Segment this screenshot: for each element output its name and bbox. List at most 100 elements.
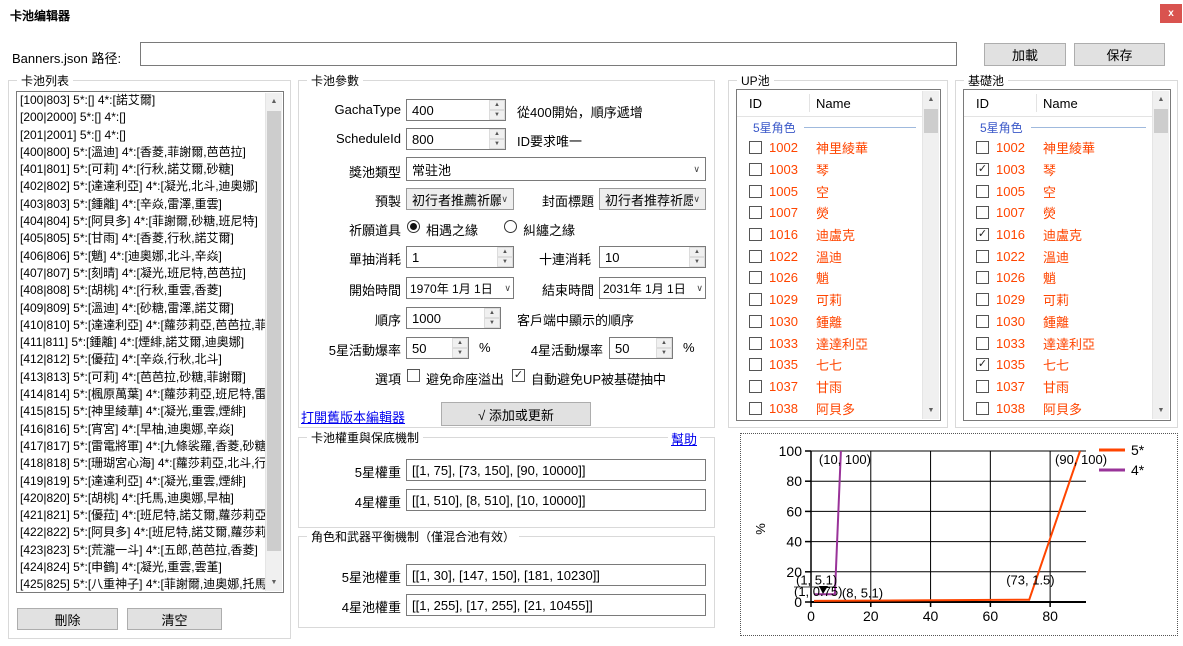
radio-acquaint-fate[interactable] <box>407 220 420 233</box>
banner-list-item[interactable]: [412|812] 5*:[優菈] 4*:[辛焱,行秋,北斗] <box>17 351 265 368</box>
spinner-down-icon[interactable]: ▼ <box>452 348 468 358</box>
scroll-down-icon[interactable]: ▼ <box>266 574 282 591</box>
four-star-weight-input[interactable] <box>406 489 706 511</box>
path-input[interactable] <box>140 42 957 66</box>
spinner-up-icon[interactable]: ▲ <box>656 338 672 348</box>
scroll-down-icon[interactable]: ▼ <box>1153 402 1169 419</box>
pool-row-checkbox[interactable] <box>749 358 762 371</box>
pool-row-checkbox[interactable] <box>976 380 989 393</box>
clear-button[interactable]: 清空 <box>127 608 222 630</box>
single-cost-spinner[interactable]: 1 ▲▼ <box>406 246 514 268</box>
spinner-up-icon[interactable]: ▲ <box>452 338 468 348</box>
title-bar[interactable]: 卡池编辑器 x <box>0 0 1183 30</box>
scroll-down-icon[interactable]: ▼ <box>923 402 939 419</box>
banner-list-item[interactable]: [402|802] 5*:[達達利亞] 4*:[凝光,北斗,迪奧娜] <box>17 178 265 195</box>
avoid-constellation-overflow-checkbox[interactable] <box>407 369 420 382</box>
close-button[interactable]: x <box>1160 4 1182 23</box>
cover-title-select[interactable]: 初行者推荐祈愿 ∨ <box>599 188 706 210</box>
ten-cost-spinner[interactable]: 10 ▲▼ <box>599 246 706 268</box>
banner-list-item[interactable]: [100|803] 5*:[] 4*:[諾艾爾] <box>17 92 265 109</box>
help-link[interactable]: 幫助 <box>668 429 700 448</box>
banner-list-item[interactable]: [414|814] 5*:[楓原萬葉] 4*:[蘿莎莉亞,班尼特,雷 <box>17 386 265 403</box>
preset-select[interactable]: 初行者推薦祈願 ∨ <box>406 188 514 210</box>
pool-row-checkbox[interactable] <box>976 141 989 154</box>
scroll-up-icon[interactable]: ▲ <box>923 91 939 108</box>
scroll-up-icon[interactable]: ▲ <box>1153 91 1169 108</box>
four-star-pool-weight-input[interactable] <box>406 594 706 616</box>
pool-row-checkbox[interactable] <box>749 250 762 263</box>
open-old-editor-link[interactable]: 打開舊版本編輯器 <box>301 407 405 426</box>
save-button[interactable]: 保存 <box>1074 43 1165 66</box>
pool-row-checkbox[interactable] <box>749 206 762 219</box>
scrollbar-thumb[interactable] <box>924 109 938 133</box>
spinner-down-icon[interactable]: ▼ <box>489 110 505 120</box>
banner-list-item[interactable]: [400|800] 5*:[溫迪] 4*:[香菱,菲謝爾,芭芭拉] <box>17 144 265 161</box>
spinner-up-icon[interactable]: ▲ <box>489 100 505 110</box>
five-star-weight-input[interactable] <box>406 459 706 481</box>
banner-list-item[interactable]: [401|801] 5*:[可莉] 4*:[行秋,諾艾爾,砂糖] <box>17 161 265 178</box>
pool-row-checkbox[interactable] <box>976 206 989 219</box>
scrollbar-thumb[interactable] <box>1154 109 1168 133</box>
pool-type-select[interactable]: 常驻池 ∨ <box>406 157 706 181</box>
pool-row-checkbox[interactable]: ✓ <box>976 228 989 241</box>
spinner-down-icon[interactable]: ▼ <box>689 257 705 267</box>
pool-row-checkbox[interactable] <box>749 337 762 350</box>
banner-list-item[interactable]: [423|823] 5*:[荒瀧一斗] 4*:[五郎,芭芭拉,香菱] <box>17 542 265 559</box>
five-star-rate-spinner[interactable]: 50 ▲▼ <box>406 337 469 359</box>
scrollbar-thumb[interactable] <box>267 111 281 551</box>
pool-row-checkbox[interactable] <box>976 271 989 284</box>
pool-row-checkbox[interactable] <box>749 315 762 328</box>
banner-list-item[interactable]: [408|808] 5*:[胡桃] 4*:[行秋,重雲,香菱] <box>17 282 265 299</box>
five-star-pool-weight-input[interactable] <box>406 564 706 586</box>
banner-list-item[interactable]: [424|824] 5*:[申鶴] 4*:[凝光,重雲,雲堇] <box>17 559 265 576</box>
pool-row-checkbox[interactable] <box>976 315 989 328</box>
sort-order-spinner[interactable]: 1000 ▲▼ <box>406 307 501 329</box>
add-or-update-button[interactable]: √ 添加或更新 <box>441 402 591 426</box>
banner-list-item[interactable]: [409|809] 5*:[溫迪] 4*:[砂糖,雷澤,諾艾爾] <box>17 300 265 317</box>
banner-list-item[interactable]: [422|822] 5*:[阿貝多] 4*:[班尼特,諾艾爾,蘿莎莉 <box>17 524 265 541</box>
start-time-picker[interactable]: 1970年 1月 1日 ∨ <box>406 277 514 299</box>
spinner-up-icon[interactable]: ▲ <box>689 247 705 257</box>
banner-list-item[interactable]: [418|818] 5*:[珊瑚宮心海] 4*:[蘿莎莉亞,北斗,行 <box>17 455 265 472</box>
banner-list-scrollbar[interactable]: ▲ ▼ <box>265 93 282 591</box>
banner-list-item[interactable]: [404|804] 5*:[阿貝多] 4*:[菲謝爾,砂糖,班尼特] <box>17 213 265 230</box>
pool-row-checkbox[interactable] <box>976 250 989 263</box>
banner-list-item[interactable]: [415|815] 5*:[神里綾華] 4*:[凝光,重雲,煙緋] <box>17 403 265 420</box>
banner-list-item[interactable]: [420|820] 5*:[胡桃] 4*:[托馬,迪奧娜,早柚] <box>17 490 265 507</box>
base-pool-scrollbar[interactable]: ▲ ▼ <box>1152 91 1169 419</box>
auto-avoid-up-checkbox[interactable]: ✓ <box>512 369 525 382</box>
banner-list-item[interactable]: [405|805] 5*:[甘雨] 4*:[香菱,行秋,諾艾爾] <box>17 230 265 247</box>
base-pool-list[interactable]: ID Name 5星角色 1002神里綾華✓1003琴1005空1007熒✓10… <box>963 89 1171 421</box>
pool-row-checkbox[interactable] <box>749 380 762 393</box>
banner-list-item[interactable]: [417|817] 5*:[雷電將軍] 4*:[九條裟羅,香菱,砂糖 <box>17 438 265 455</box>
banner-list-item[interactable]: [403|803] 5*:[鍾離] 4*:[辛焱,雷澤,重雲] <box>17 196 265 213</box>
pool-row-checkbox[interactable] <box>976 402 989 415</box>
banner-list-item[interactable]: [413|813] 5*:[可莉] 4*:[芭芭拉,砂糖,菲謝爾] <box>17 369 265 386</box>
up-pool-scrollbar[interactable]: ▲ ▼ <box>922 91 939 419</box>
scheduleid-spinner[interactable]: 800 ▲▼ <box>406 128 506 150</box>
banner-list-item[interactable]: [411|811] 5*:[鍾離] 4*:[煙緋,諾艾爾,迪奧娜] <box>17 334 265 351</box>
spinner-down-icon[interactable]: ▼ <box>489 139 505 149</box>
pool-row-checkbox[interactable] <box>976 185 989 198</box>
banner-list-item[interactable]: [201|2001] 5*:[] 4*:[] <box>17 127 265 144</box>
pool-row-checkbox[interactable] <box>976 293 989 306</box>
up-pool-list[interactable]: ID Name 5星角色 1002神里綾華1003琴1005空1007熒1016… <box>736 89 941 421</box>
gachatype-spinner[interactable]: 400 ▲▼ <box>406 99 506 121</box>
delete-button[interactable]: 刪除 <box>17 608 118 630</box>
pool-row-checkbox[interactable] <box>749 185 762 198</box>
banner-list-item[interactable]: [421|821] 5*:[優菈] 4*:[班尼特,諾艾爾,蘿莎莉亞 <box>17 507 265 524</box>
pool-row-checkbox[interactable] <box>749 271 762 284</box>
four-star-rate-spinner[interactable]: 50 ▲▼ <box>609 337 673 359</box>
pool-row-checkbox[interactable] <box>976 337 989 350</box>
spinner-up-icon[interactable]: ▲ <box>484 308 500 318</box>
pool-row-checkbox[interactable]: ✓ <box>976 358 989 371</box>
banner-list-item[interactable]: [410|810] 5*:[達達利亞] 4*:[蘿莎莉亞,芭芭拉,菲 <box>17 317 265 334</box>
banner-list-item[interactable]: [419|819] 5*:[達達利亞] 4*:[凝光,重雲,煙緋] <box>17 473 265 490</box>
banner-list-item[interactable]: [416|816] 5*:[宵宮] 4*:[早柚,迪奧娜,辛焱] <box>17 421 265 438</box>
banner-listbox[interactable]: [100|803] 5*:[] 4*:[諾艾爾][200|2000] 5*:[]… <box>16 91 284 593</box>
banner-list-item[interactable]: [200|2000] 5*:[] 4*:[] <box>17 109 265 126</box>
banner-list-item[interactable]: [407|807] 5*:[刻晴] 4*:[凝光,班尼特,芭芭拉] <box>17 265 265 282</box>
radio-intertwined-fate[interactable] <box>504 220 517 233</box>
spinner-down-icon[interactable]: ▼ <box>497 257 513 267</box>
end-time-picker[interactable]: 2031年 1月 1日 ∨ <box>599 277 706 299</box>
